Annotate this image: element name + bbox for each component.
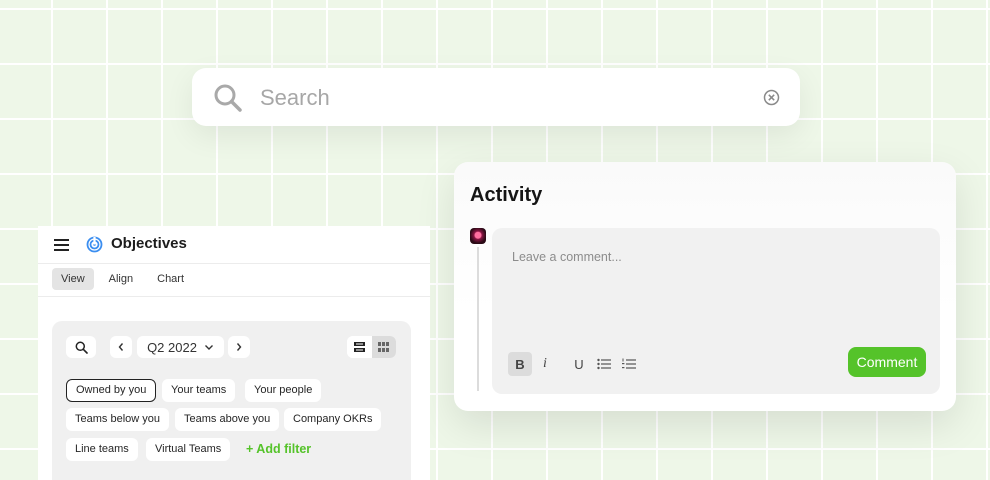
filter-search-icon[interactable] — [66, 336, 96, 358]
tab-align[interactable]: Align — [100, 268, 142, 290]
quarter-label: Q2 2022 — [147, 339, 197, 355]
bullet-list-icon[interactable] — [592, 352, 616, 376]
target-icon — [86, 236, 103, 253]
avatar[interactable] — [470, 228, 486, 244]
search-icon — [212, 82, 244, 114]
chevron-right-icon[interactable] — [228, 336, 250, 358]
search-input[interactable] — [258, 82, 742, 114]
add-filter-button[interactable]: + Add filter — [246, 442, 311, 456]
filter-chip-company-okrs[interactable]: Company OKRs — [284, 408, 382, 431]
hamburger-menu-icon[interactable] — [54, 238, 69, 251]
comment-button[interactable]: Comment — [848, 347, 926, 377]
comment-input[interactable] — [510, 248, 914, 322]
filter-chip-your-teams[interactable]: Your teams — [162, 379, 236, 402]
activity-title: Activity — [470, 184, 543, 206]
filter-chip-owned-by-you[interactable]: Owned by you — [66, 379, 157, 402]
filter-chip-your-people[interactable]: Your people — [245, 379, 322, 402]
canvas: Activity B i U — [0, 0, 990, 480]
filter-chip-teams-above-you[interactable]: Teams above you — [175, 408, 280, 431]
divider — [38, 296, 430, 297]
comment-editor: B i U Comment — [492, 228, 940, 394]
filter-chip-teams-below-you[interactable]: Teams below you — [66, 408, 169, 431]
objectives-tabs: View Align Chart — [52, 268, 199, 290]
grid-view-icon[interactable] — [371, 336, 396, 358]
view-toggle — [347, 336, 396, 358]
filter-chip-virtual-teams[interactable]: Virtual Teams — [146, 438, 231, 461]
objectives-header: Objectives — [38, 226, 430, 264]
chevron-left-icon[interactable] — [110, 336, 132, 358]
filter-panel: Q2 2022 Owned by you Your teams Your peo… — [52, 321, 411, 480]
objectives-panel: Objectives View Align Chart Q2 2022 Owne… — [38, 226, 430, 480]
search-bar[interactable] — [192, 68, 800, 126]
italic-button[interactable]: i — [533, 352, 557, 376]
bold-button[interactable]: B — [508, 352, 532, 376]
timeline-line — [477, 247, 479, 391]
tab-view[interactable]: View — [52, 268, 94, 290]
activity-card: Activity B i U — [454, 162, 956, 411]
numbered-list-icon[interactable] — [617, 352, 641, 376]
chevron-down-icon — [204, 344, 213, 350]
filter-chip-line-teams[interactable]: Line teams — [66, 438, 138, 461]
formatting-toolbar: B i U — [508, 352, 642, 376]
clear-circle-icon[interactable] — [763, 89, 780, 106]
tab-chart[interactable]: Chart — [148, 268, 193, 290]
underline-button[interactable]: U — [567, 352, 591, 376]
page-title: Objectives — [111, 235, 187, 252]
quarter-selector[interactable]: Q2 2022 — [137, 336, 224, 358]
list-view-icon[interactable] — [347, 336, 372, 358]
